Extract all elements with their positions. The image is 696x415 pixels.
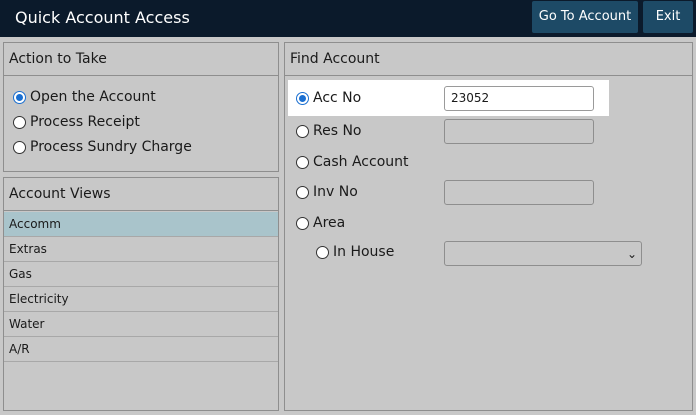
inv-no-input[interactable]	[444, 180, 594, 205]
radio-process-receipt[interactable]: Process Receipt	[13, 114, 140, 130]
radio-label: Open the Account	[30, 89, 156, 105]
radio-button[interactable]	[13, 140, 26, 154]
radio-open-account[interactable]: Open the Account	[13, 89, 156, 105]
view-item-ar[interactable]: A/R	[4, 337, 278, 362]
action-panel-title: Action to Take	[4, 43, 278, 76]
find-account-title: Find Account	[285, 43, 692, 76]
action-panel: Action to Take Open the Account Process …	[3, 42, 279, 172]
chevron-down-icon: ⌄	[626, 247, 637, 261]
in-house-select[interactable]: ⌄	[444, 241, 642, 266]
view-item-water[interactable]: Water	[4, 312, 278, 337]
radio-label: Cash Account	[313, 154, 409, 170]
radio-button[interactable]	[296, 216, 309, 230]
go-to-account-button[interactable]: Go To Account	[532, 1, 638, 33]
radio-in-house[interactable]: In House	[316, 244, 394, 260]
radio-button[interactable]	[316, 245, 329, 259]
radio-button[interactable]	[296, 155, 309, 169]
radio-label: Inv No	[313, 184, 358, 200]
radio-button[interactable]	[296, 124, 309, 138]
radio-area[interactable]: Area	[296, 215, 345, 231]
radio-button[interactable]	[13, 90, 26, 104]
radio-button[interactable]	[296, 185, 309, 199]
view-item-extras[interactable]: Extras	[4, 237, 278, 262]
title-bar: Quick Account Access Go To Account Exit	[0, 0, 696, 37]
radio-acc-no[interactable]: Acc No	[296, 90, 361, 106]
radio-cash-account[interactable]: Cash Account	[296, 154, 409, 170]
account-views-title: Account Views	[4, 178, 278, 211]
radio-button[interactable]	[296, 91, 309, 105]
radio-label: In House	[333, 244, 395, 260]
view-item-accomm[interactable]: Accomm	[4, 212, 278, 237]
exit-button[interactable]: Exit	[643, 1, 693, 33]
account-views-list: Accomm Extras Gas Electricity Water A/R	[4, 212, 278, 362]
radio-label: Acc No	[313, 90, 362, 106]
radio-res-no[interactable]: Res No	[296, 123, 362, 139]
res-no-input[interactable]	[444, 119, 594, 144]
radio-label: Process Receipt	[30, 114, 140, 130]
radio-label: Area	[313, 215, 346, 231]
radio-label: Process Sundry Charge	[30, 139, 192, 155]
view-item-gas[interactable]: Gas	[4, 262, 278, 287]
window-title: Quick Account Access	[15, 8, 190, 27]
radio-button[interactable]	[13, 115, 26, 129]
radio-label: Res No	[313, 123, 362, 139]
radio-inv-no[interactable]: Inv No	[296, 184, 358, 200]
radio-process-sundry-charge[interactable]: Process Sundry Charge	[13, 139, 192, 155]
account-views-panel: Account Views Accomm Extras Gas Electric…	[3, 177, 279, 411]
acc-no-input[interactable]: 23052	[444, 86, 594, 111]
view-item-electricity[interactable]: Electricity	[4, 287, 278, 312]
